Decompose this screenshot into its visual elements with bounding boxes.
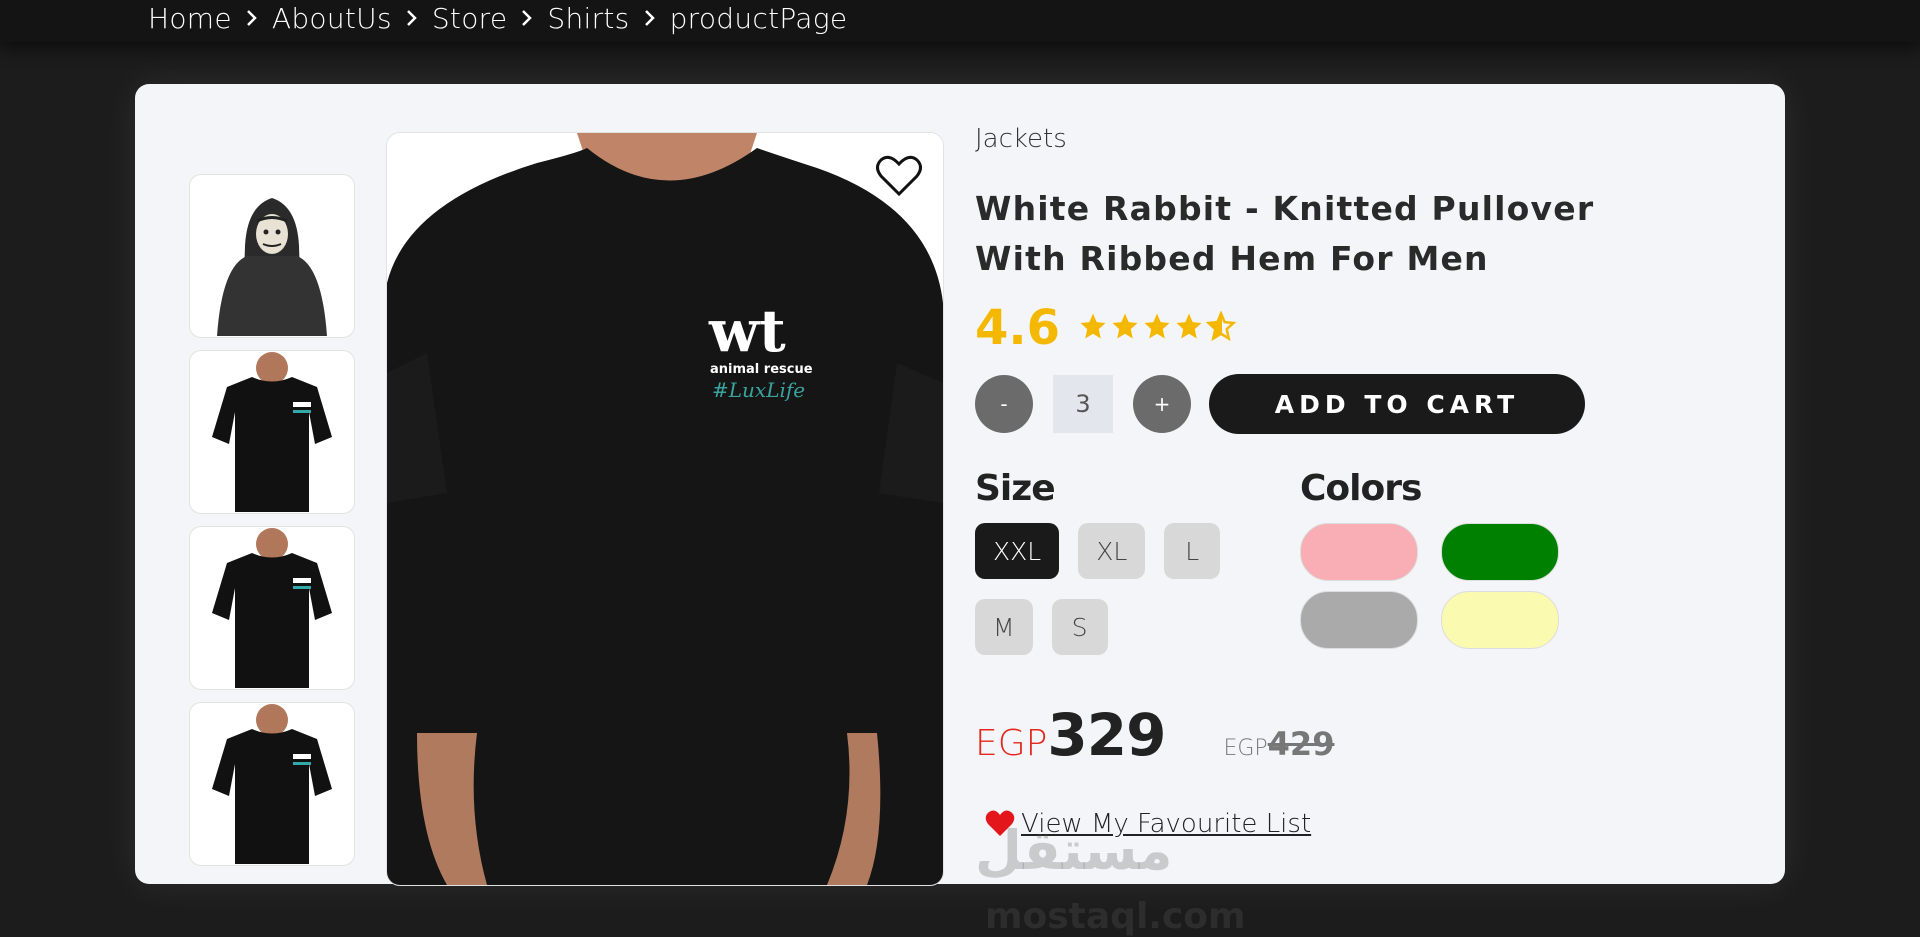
star-icon bbox=[1142, 311, 1172, 345]
breadcrumb-home[interactable]: Home bbox=[148, 2, 232, 35]
thumbnail-tshirt-1[interactable] bbox=[189, 350, 355, 514]
star-icon bbox=[1110, 311, 1140, 345]
product-info: Jackets White Rabbit - Knitted Pullover … bbox=[975, 124, 1755, 839]
current-price: 329 bbox=[1047, 701, 1166, 769]
chevron-right-icon bbox=[642, 9, 658, 27]
colors-title: Colors bbox=[1300, 468, 1422, 509]
star-icon bbox=[1078, 311, 1108, 345]
color-swatch-pink[interactable] bbox=[1300, 523, 1418, 581]
thumbnail-tshirt-2[interactable] bbox=[189, 526, 355, 690]
watermark-sub: mostaql.com bbox=[985, 896, 1246, 937]
cart-controls: - + ADD TO CART bbox=[975, 374, 1755, 434]
price-currency: EGP bbox=[975, 723, 1048, 764]
view-favourite-list-link[interactable]: View My Favourite List bbox=[1021, 809, 1311, 839]
size-options: XXL XL L M S bbox=[975, 523, 1265, 675]
tshirt-thumb-image bbox=[212, 704, 332, 864]
old-price-currency: EGP bbox=[1223, 736, 1268, 761]
quantity-decrease-button[interactable]: - bbox=[975, 375, 1033, 433]
shirt-print-tag: #LuxLife bbox=[712, 378, 805, 402]
product-options: Size XXL XL L M S Colors bbox=[975, 468, 1755, 675]
breadcrumb-aboutus[interactable]: AboutUs bbox=[272, 2, 392, 35]
breadcrumb: Home AboutUs Store Shirts productPage bbox=[148, 0, 847, 36]
breadcrumb-shirts[interactable]: Shirts bbox=[547, 2, 629, 35]
tshirt-image: wt animal rescue #LuxLife bbox=[387, 133, 943, 885]
tshirt-thumb-image bbox=[212, 528, 332, 688]
size-section: Size XXL XL L M S bbox=[975, 468, 1300, 675]
chevron-right-icon bbox=[244, 9, 260, 27]
shirt-print-sub: animal rescue bbox=[710, 362, 813, 377]
colors-section: Colors bbox=[1300, 468, 1720, 675]
product-title: White Rabbit - Knitted Pullover With Rib… bbox=[975, 189, 1595, 278]
quantity-increase-button[interactable]: + bbox=[1133, 375, 1191, 433]
quantity-input[interactable] bbox=[1053, 375, 1113, 433]
price-section: EGP 329 EGP 429 bbox=[975, 701, 1755, 769]
color-swatch-gray[interactable] bbox=[1300, 591, 1418, 649]
product-category: Jackets bbox=[975, 124, 1067, 154]
breadcrumb-productpage[interactable]: productPage bbox=[670, 2, 848, 35]
rating: 4.6 bbox=[975, 300, 1755, 356]
product-card: wt animal rescue #LuxLife Jackets White … bbox=[135, 84, 1785, 937]
color-options bbox=[1300, 523, 1720, 659]
favourite-list-row: View My Favourite List bbox=[985, 809, 1755, 839]
old-price: 429 bbox=[1267, 725, 1335, 763]
size-title: Size bbox=[975, 468, 1056, 509]
hoodie-image bbox=[217, 198, 327, 336]
color-swatch-green[interactable] bbox=[1441, 523, 1559, 581]
heart-filled-icon bbox=[985, 810, 1015, 836]
chevron-right-icon bbox=[519, 9, 535, 27]
size-option-xl[interactable]: XL bbox=[1078, 523, 1146, 579]
add-to-cart-button[interactable]: ADD TO CART bbox=[1209, 374, 1585, 434]
size-option-l[interactable]: L bbox=[1164, 523, 1221, 579]
thumbnail-tshirt-3[interactable] bbox=[189, 702, 355, 866]
size-option-s[interactable]: S bbox=[1051, 599, 1108, 655]
star-half-icon bbox=[1205, 310, 1237, 345]
main-product-image: wt animal rescue #LuxLife bbox=[386, 132, 944, 886]
wishlist-heart-icon[interactable] bbox=[875, 153, 923, 199]
chevron-right-icon bbox=[404, 9, 420, 27]
thumbnail-list bbox=[189, 174, 355, 878]
star-icon bbox=[1174, 311, 1204, 345]
thumbnail-hoodie[interactable] bbox=[189, 174, 355, 338]
shirt-print-logo: wt bbox=[708, 297, 786, 365]
color-swatch-yellow[interactable] bbox=[1441, 591, 1559, 649]
rating-stars bbox=[1078, 310, 1237, 345]
breadcrumb-store[interactable]: Store bbox=[432, 2, 508, 35]
tshirt-thumb-image bbox=[212, 352, 332, 512]
size-option-m[interactable]: M bbox=[975, 599, 1033, 655]
rating-value: 4.6 bbox=[975, 300, 1061, 356]
top-bar: Home AboutUs Store Shirts productPage bbox=[0, 0, 1920, 42]
size-option-xxl[interactable]: XXL bbox=[975, 523, 1060, 579]
